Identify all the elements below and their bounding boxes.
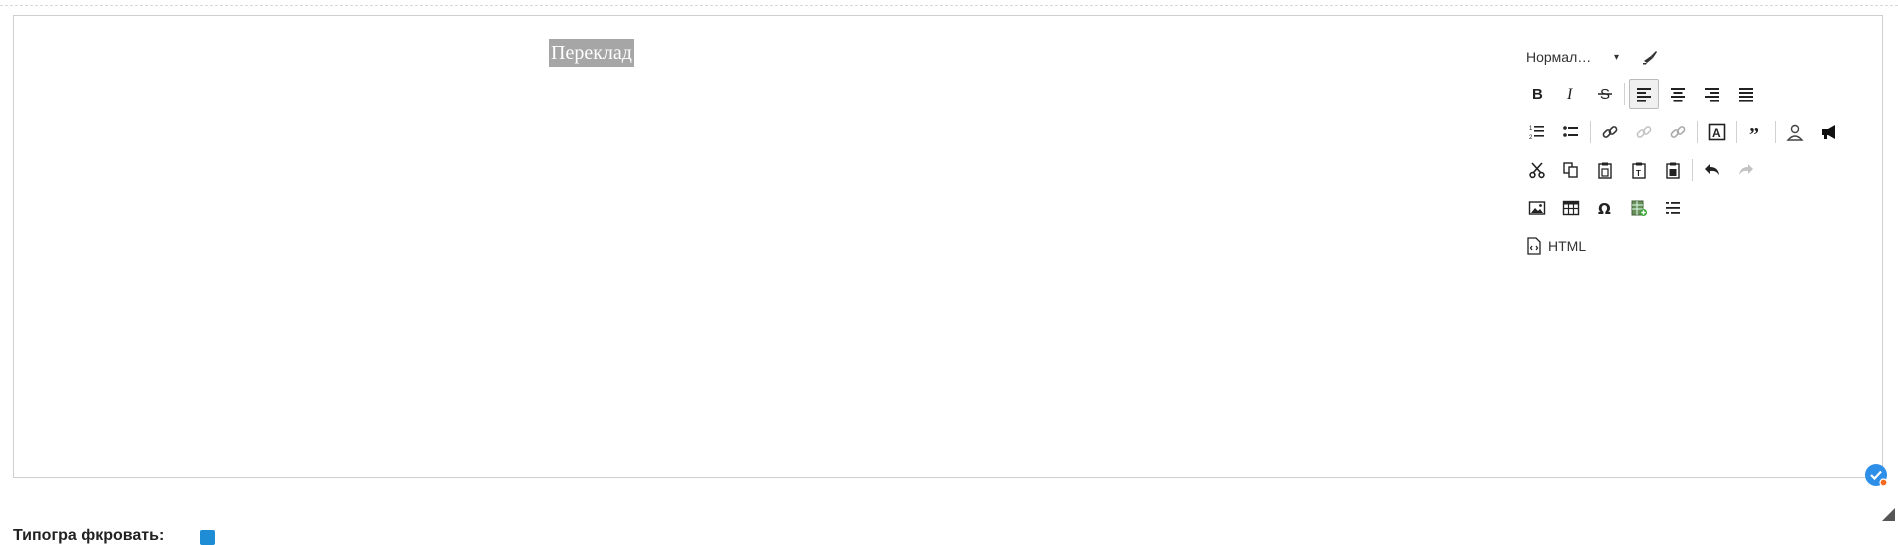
svg-text:I: I (1566, 86, 1573, 103)
align-justify-button[interactable] (1731, 79, 1761, 109)
align-left-button[interactable] (1629, 79, 1659, 109)
selected-text[interactable]: Переклад (549, 39, 634, 67)
clear-format-button[interactable] (1635, 42, 1665, 72)
anchor-icon (1670, 126, 1686, 138)
table-icon (1562, 200, 1580, 216)
image-icon (1528, 201, 1546, 215)
html-source-button[interactable]: HTML (1522, 232, 1590, 260)
bottom-field-label: Типогра фкровать: (13, 527, 165, 544)
unlink-icon (1636, 126, 1652, 138)
toolbar-separator (1590, 121, 1591, 143)
bold-icon: B (1532, 86, 1543, 103)
megaphone-button[interactable] (1814, 117, 1844, 147)
rich-text-editor: Переклад Нормал… ▾ B I S 1 2 A ” T Ω HTM… (13, 15, 1895, 521)
toolbar-separator (1775, 121, 1776, 143)
bulleted-list-icon (1563, 126, 1578, 137)
text-box-icon: A (1708, 123, 1726, 141)
horizontal-rule-icon (1666, 202, 1680, 214)
horizontal-rule-button[interactable] (1658, 193, 1688, 223)
strikethrough-icon: S (1598, 86, 1612, 103)
top-divider (0, 5, 1898, 6)
strikethrough-button[interactable]: S (1590, 79, 1620, 109)
toolbar-separator (1692, 159, 1693, 181)
user-button[interactable] (1780, 117, 1810, 147)
brush-icon (1643, 51, 1658, 65)
blockquote-button[interactable]: ” (1741, 117, 1771, 147)
bulleted-list-button[interactable] (1556, 117, 1586, 147)
svg-text:B: B (1532, 86, 1543, 103)
toolbar-separator (1624, 83, 1625, 105)
italic-button[interactable]: I (1556, 79, 1586, 109)
svg-text:”: ” (1749, 124, 1759, 141)
format-dropdown-label: Нормал… (1526, 49, 1592, 65)
align-right-button[interactable] (1697, 79, 1727, 109)
align-center-icon (1671, 88, 1685, 102)
image-button[interactable] (1522, 193, 1552, 223)
numbered-list-icon: 1 2 (1529, 126, 1544, 141)
paste-button[interactable] (1590, 155, 1620, 185)
align-left-icon (1637, 88, 1651, 102)
user-icon (1786, 124, 1804, 141)
resize-handle-icon[interactable] (1882, 508, 1895, 521)
chevron-down-icon: ▾ (1614, 51, 1620, 63)
link-button[interactable] (1595, 117, 1625, 147)
copy-icon (1563, 162, 1578, 178)
text-box-button[interactable]: A (1702, 117, 1732, 147)
paste-text-icon: T (1632, 162, 1646, 179)
svg-text:Ω: Ω (1598, 200, 1611, 217)
html-source-label: HTML (1548, 238, 1587, 254)
toolbar-row-style: B I S (1522, 75, 1862, 113)
cut-button[interactable] (1522, 155, 1552, 185)
special-char-icon: Ω (1598, 200, 1611, 217)
toolbar-row-lists: 1 2 A ” (1522, 113, 1862, 151)
editor-toolbar: Нормал… ▾ B I S 1 2 A ” T Ω HTML (1522, 39, 1862, 265)
spellcheck-icon[interactable] (1864, 463, 1888, 487)
align-center-button[interactable] (1663, 79, 1693, 109)
copy-button[interactable] (1556, 155, 1586, 185)
italic-icon: I (1566, 86, 1573, 103)
bottom-checkbox[interactable] (200, 530, 215, 545)
paste-word-button[interactable] (1658, 155, 1688, 185)
cut-icon (1529, 162, 1545, 179)
toolbar-row-source: HTML (1522, 227, 1862, 265)
toolbar-row-format: Нормал… ▾ (1522, 39, 1862, 75)
paste-icon (1598, 162, 1612, 179)
toolbar-row-clipboard: T (1522, 151, 1862, 189)
bold-button[interactable]: B (1522, 79, 1552, 109)
format-dropdown[interactable]: Нормал… ▾ (1522, 43, 1625, 71)
svg-text:2: 2 (1529, 135, 1533, 141)
svg-text:A: A (1712, 126, 1721, 140)
toolbar-row-insert: Ω (1522, 189, 1862, 227)
align-justify-icon (1739, 88, 1753, 102)
paste-word-icon (1666, 162, 1680, 179)
undo-icon (1705, 164, 1719, 175)
anchor-button[interactable] (1663, 117, 1693, 147)
toolbar-separator (1736, 121, 1737, 143)
align-right-icon (1705, 88, 1719, 102)
spreadsheet-button[interactable] (1624, 193, 1654, 223)
numbered-list-button[interactable]: 1 2 (1522, 117, 1552, 147)
toolbar-separator (1697, 121, 1698, 143)
redo-icon (1739, 164, 1753, 175)
svg-text:T: T (1636, 169, 1641, 178)
unlink-button[interactable] (1629, 117, 1659, 147)
paste-text-button[interactable]: T (1624, 155, 1654, 185)
table-button[interactable] (1556, 193, 1586, 223)
redo-button[interactable] (1731, 155, 1761, 185)
editor-content-area[interactable]: Переклад Нормал… ▾ B I S 1 2 A ” T Ω HTM… (14, 16, 1888, 487)
special-char-button[interactable]: Ω (1590, 193, 1620, 223)
source-code-icon (1527, 237, 1541, 255)
megaphone-icon (1822, 125, 1835, 139)
spreadsheet-icon (1631, 200, 1647, 216)
svg-text:1: 1 (1529, 126, 1533, 132)
link-icon (1602, 126, 1618, 138)
blockquote-icon: ” (1749, 124, 1759, 141)
undo-button[interactable] (1697, 155, 1727, 185)
